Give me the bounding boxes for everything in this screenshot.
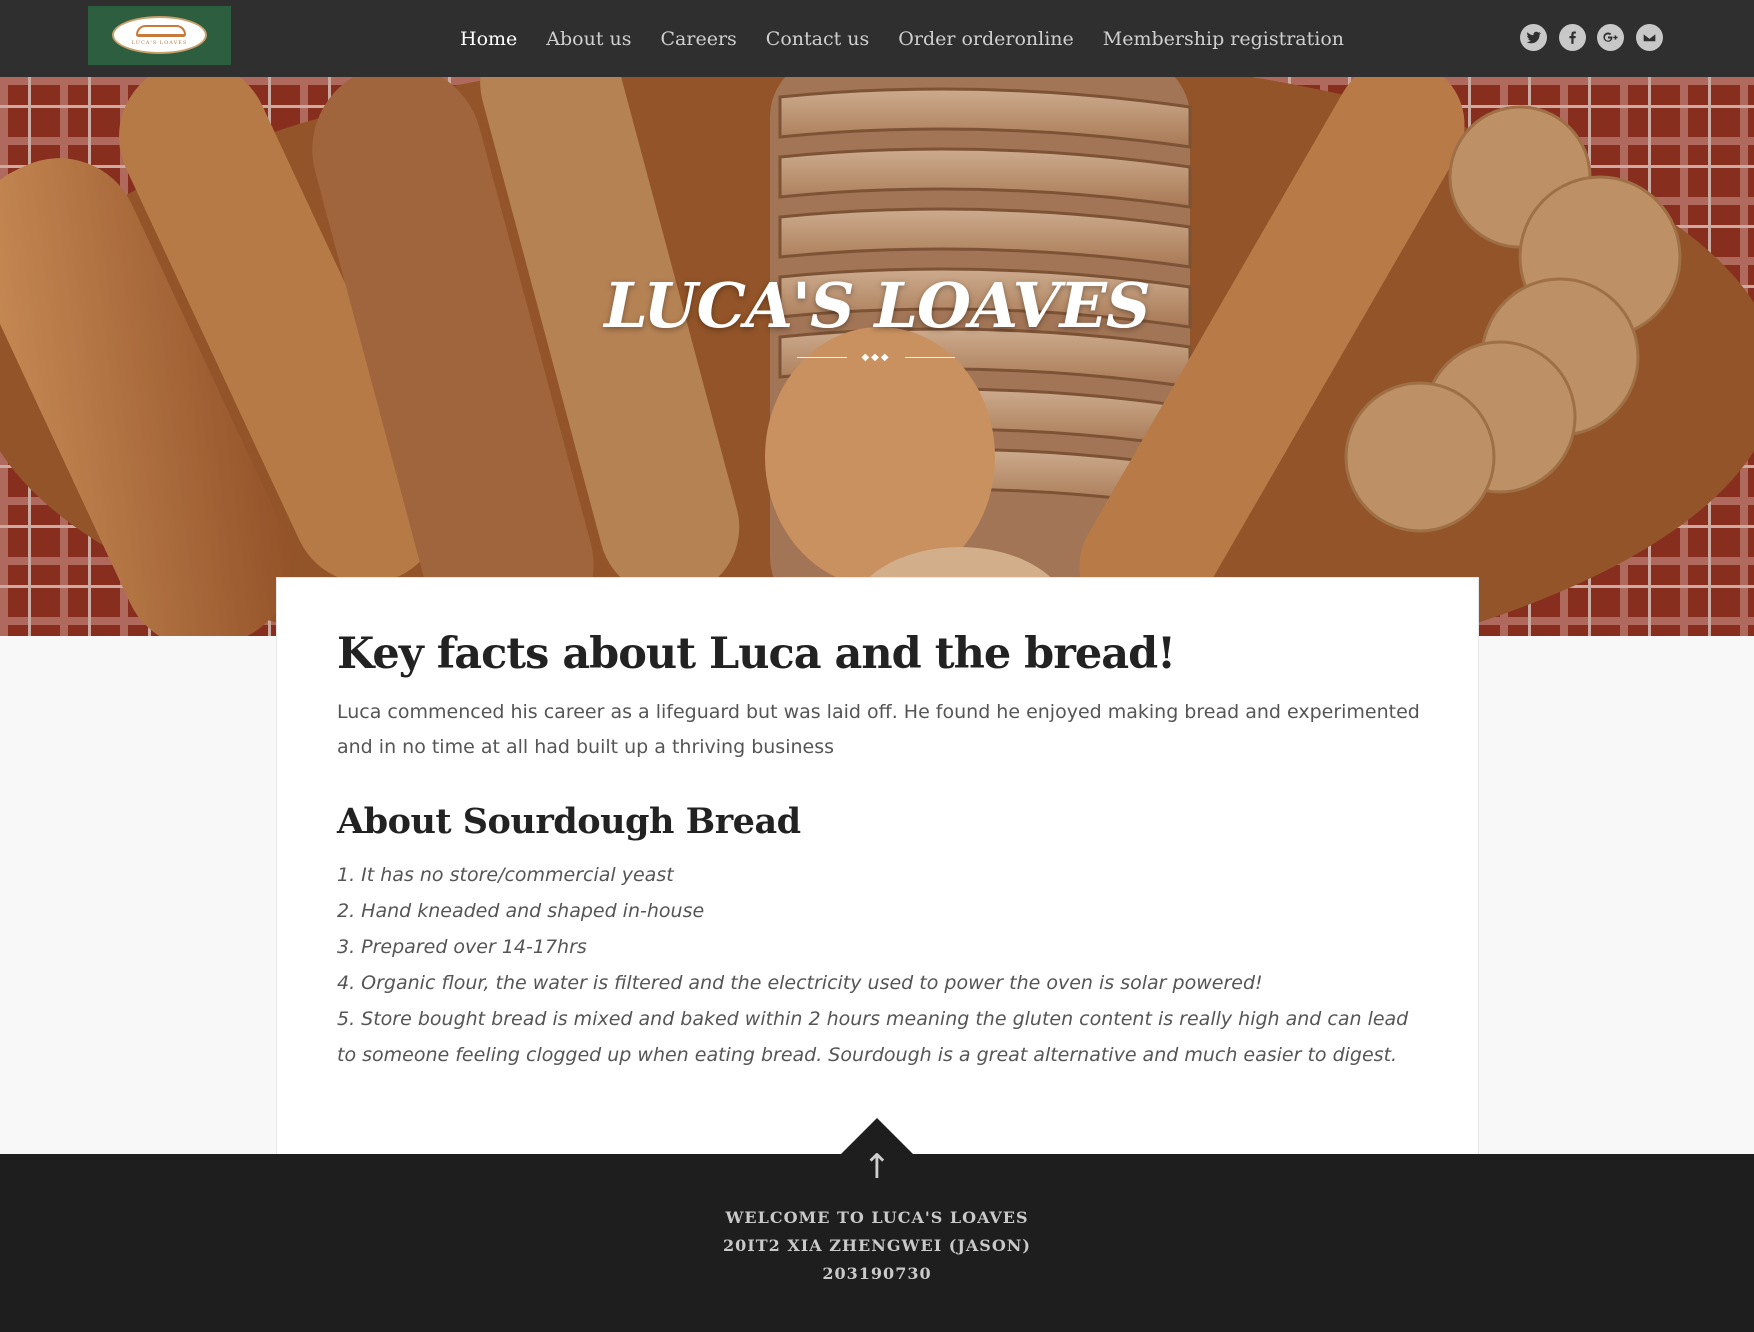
divider-line-left — [797, 357, 847, 358]
facts-list: 1. It has no store/commercial yeast 2. H… — [337, 857, 1422, 1073]
google-plus-icon[interactable] — [1597, 24, 1624, 51]
list-item: 4. Organic flour, the water is filtered … — [337, 972, 1263, 994]
hero-banner: LUCA'S LOAVES ◆◆◆ — [0, 77, 1754, 636]
up-arrow-icon[interactable]: ↑ — [861, 1150, 893, 1184]
nav-order-online[interactable]: Order orderonline — [898, 28, 1074, 50]
email-icon[interactable] — [1635, 24, 1663, 51]
logo-caption: LUCA'S LOAVES — [131, 40, 188, 46]
intro-paragraph: Luca commenced his career as a lifeguard… — [337, 701, 1420, 758]
main-menu: Home About us Careers Contact us Order o… — [460, 0, 1373, 77]
nav-careers[interactable]: Careers — [661, 28, 737, 50]
list-item: 5. Store bought bread is mixed and baked… — [337, 1008, 1409, 1066]
footer-text: WELCOME TO LUCA'S LOAVES 20IT2 XIA ZHENG… — [0, 1204, 1754, 1288]
site-logo[interactable]: LUCA'S LOAVES — [88, 6, 231, 65]
twitter-icon[interactable] — [1520, 24, 1547, 51]
nav-contact-us[interactable]: Contact us — [766, 28, 869, 50]
footer-welcome: WELCOME TO LUCA'S LOAVES — [725, 1208, 1029, 1227]
lucas-loaves-logo-icon: LUCA'S LOAVES — [112, 16, 207, 54]
nav-membership-registration[interactable]: Membership registration — [1103, 28, 1344, 50]
divider-line-right — [905, 357, 955, 358]
section-heading: About Sourdough Bread — [337, 801, 801, 842]
footer-author: 20IT2 XIA ZHENGWEI (JASON) — [723, 1236, 1031, 1255]
hero-title: LUCA'S LOAVES — [604, 269, 1150, 342]
nav-about-us[interactable]: About us — [546, 28, 631, 50]
list-item: 1. It has no store/commercial yeast — [337, 864, 674, 886]
top-navbar: LUCA'S LOAVES Home About us Careers Cont… — [0, 0, 1754, 77]
social-links — [1520, 24, 1674, 51]
nav-home[interactable]: Home — [460, 28, 517, 50]
hero-divider: ◆◆◆ — [797, 352, 955, 364]
facebook-icon[interactable] — [1558, 24, 1586, 51]
list-item: 2. Hand kneaded and shaped in-house — [337, 900, 705, 922]
content-card: Key facts about Luca and the bread! Luca… — [276, 577, 1479, 1154]
footer-student-id: 203190730 — [822, 1264, 932, 1283]
divider-diamonds: ◆◆◆ — [861, 352, 891, 363]
list-item: 3. Prepared over 14-17hrs — [337, 936, 587, 958]
page-heading: Key facts about Luca and the bread! — [337, 629, 1176, 679]
bread-icon — [136, 25, 186, 37]
